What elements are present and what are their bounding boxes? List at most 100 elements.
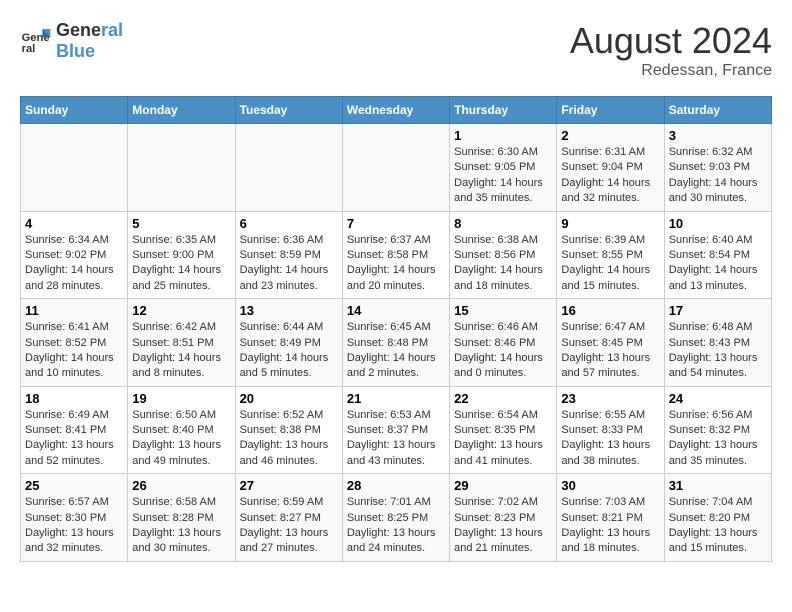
day-info: Sunrise: 7:02 AM Sunset: 8:23 PM Dayligh… (454, 495, 552, 557)
calendar-cell: 24Sunrise: 6:56 AM Sunset: 8:32 PM Dayli… (664, 386, 771, 474)
day-info: Sunrise: 6:50 AM Sunset: 8:40 PM Dayligh… (132, 408, 230, 470)
calendar-cell: 28 Sunrise: 7:01 AM Sunset: 8:25 PM Dayli… (342, 474, 449, 562)
day-number: 28 (347, 478, 445, 493)
calendar-cell: 21 Sunrise: 6:53 AM Sunset: 8:37 PM Dayli… (342, 386, 449, 474)
calendar-cell: 15Sunrise: 6:46 AM Sunset: 8:46 PM Dayli… (450, 299, 557, 387)
calendar-cell: 1Sunrise: 6:30 AM Sunset: 9:05 PM Daylig… (450, 124, 557, 212)
calendar-body: 1Sunrise: 6:30 AM Sunset: 9:05 PM Daylig… (21, 124, 772, 562)
calendar-cell: 6 Sunrise: 6:36 AM Sunset: 8:59 PM Daylig… (235, 211, 342, 299)
day-number: 2 (561, 128, 659, 143)
svg-text:ral: ral (22, 43, 36, 55)
logo: Gene ral General Blue (20, 20, 123, 62)
weekday-header: Saturday (664, 97, 771, 124)
day-info: Sunrise: 6:41 AM Sunset: 8:52 PM Dayligh… (25, 320, 123, 382)
calendar-week-row: 18 Sunrise: 6:49 AM Sunset: 8:41 PM Dayli… (21, 386, 772, 474)
calendar-week-row: 4 Sunrise: 6:34 AM Sunset: 9:02 PM Daylig… (21, 211, 772, 299)
calendar-cell: 31 Sunrise: 7:04 AM Sunset: 8:20 PM Dayli… (664, 474, 771, 562)
day-number: 3 (669, 128, 767, 143)
weekday-header: Sunday (21, 97, 128, 124)
day-number: 12 (132, 303, 230, 318)
day-info: Sunrise: 6:49 AM Sunset: 8:41 PM Dayligh… (25, 408, 123, 470)
calendar-cell: 2 Sunrise: 6:31 AM Sunset: 9:04 PM Daylig… (557, 124, 664, 212)
day-number: 13 (240, 303, 338, 318)
calendar-cell: 11 Sunrise: 6:41 AM Sunset: 8:52 PM Dayli… (21, 299, 128, 387)
day-number: 10 (669, 216, 767, 231)
calendar-cell (342, 124, 449, 212)
day-info: Sunrise: 6:37 AM Sunset: 8:58 PM Dayligh… (347, 233, 445, 295)
day-info: Sunrise: 6:44 AM Sunset: 8:49 PM Dayligh… (240, 320, 338, 382)
day-number: 4 (25, 216, 123, 231)
day-info: Sunrise: 6:48 AM Sunset: 8:43 PM Dayligh… (669, 320, 767, 382)
day-number: 27 (240, 478, 338, 493)
month-year-title: August 2024 (570, 20, 772, 62)
day-number: 19 (132, 391, 230, 406)
weekday-header: Wednesday (342, 97, 449, 124)
day-info: Sunrise: 6:34 AM Sunset: 9:02 PM Dayligh… (25, 233, 123, 295)
weekday-header: Friday (557, 97, 664, 124)
day-number: 16 (561, 303, 659, 318)
weekday-header: Thursday (450, 97, 557, 124)
day-info: Sunrise: 6:47 AM Sunset: 8:45 PM Dayligh… (561, 320, 659, 382)
day-info: Sunrise: 6:54 AM Sunset: 8:35 PM Dayligh… (454, 408, 552, 470)
calendar-cell: 5 Sunrise: 6:35 AM Sunset: 9:00 PM Daylig… (128, 211, 235, 299)
day-number: 21 (347, 391, 445, 406)
day-info: Sunrise: 6:35 AM Sunset: 9:00 PM Dayligh… (132, 233, 230, 295)
weekday-header: Tuesday (235, 97, 342, 124)
day-info: Sunrise: 7:03 AM Sunset: 8:21 PM Dayligh… (561, 495, 659, 557)
logo-icon: Gene ral (20, 25, 52, 57)
day-number: 25 (25, 478, 123, 493)
day-info: Sunrise: 6:45 AM Sunset: 8:48 PM Dayligh… (347, 320, 445, 382)
day-info: Sunrise: 7:04 AM Sunset: 8:20 PM Dayligh… (669, 495, 767, 557)
calendar-cell (21, 124, 128, 212)
day-info: Sunrise: 6:53 AM Sunset: 8:37 PM Dayligh… (347, 408, 445, 470)
day-number: 11 (25, 303, 123, 318)
calendar-cell: 29 Sunrise: 7:02 AM Sunset: 8:23 PM Dayli… (450, 474, 557, 562)
calendar-cell: 12Sunrise: 6:42 AM Sunset: 8:51 PM Dayli… (128, 299, 235, 387)
calendar-cell: 7 Sunrise: 6:37 AM Sunset: 8:58 PM Daylig… (342, 211, 449, 299)
logo-text: General Blue (56, 20, 123, 62)
day-info: Sunrise: 6:31 AM Sunset: 9:04 PM Dayligh… (561, 145, 659, 207)
page-header: Gene ral General Blue August 2024 Redess… (20, 20, 772, 80)
day-info: Sunrise: 6:59 AM Sunset: 8:27 PM Dayligh… (240, 495, 338, 557)
day-number: 30 (561, 478, 659, 493)
day-number: 5 (132, 216, 230, 231)
calendar-week-row: 11 Sunrise: 6:41 AM Sunset: 8:52 PM Dayli… (21, 299, 772, 387)
day-number: 14 (347, 303, 445, 318)
day-number: 20 (240, 391, 338, 406)
calendar-cell: 30 Sunrise: 7:03 AM Sunset: 8:21 PM Dayli… (557, 474, 664, 562)
calendar-week-row: 25 Sunrise: 6:57 AM Sunset: 8:30 PM Dayli… (21, 474, 772, 562)
calendar-cell (128, 124, 235, 212)
calendar-cell: 19 Sunrise: 6:50 AM Sunset: 8:40 PM Dayli… (128, 386, 235, 474)
calendar-cell (235, 124, 342, 212)
day-info: Sunrise: 6:40 AM Sunset: 8:54 PM Dayligh… (669, 233, 767, 295)
day-number: 18 (25, 391, 123, 406)
calendar-cell: 23Sunrise: 6:55 AM Sunset: 8:33 PM Dayli… (557, 386, 664, 474)
day-info: Sunrise: 6:38 AM Sunset: 8:56 PM Dayligh… (454, 233, 552, 295)
day-number: 9 (561, 216, 659, 231)
day-info: Sunrise: 6:32 AM Sunset: 9:03 PM Dayligh… (669, 145, 767, 207)
day-info: Sunrise: 6:39 AM Sunset: 8:55 PM Dayligh… (561, 233, 659, 295)
day-number: 29 (454, 478, 552, 493)
day-info: Sunrise: 6:58 AM Sunset: 8:28 PM Dayligh… (132, 495, 230, 557)
day-info: Sunrise: 6:56 AM Sunset: 8:32 PM Dayligh… (669, 408, 767, 470)
day-info: Sunrise: 6:36 AM Sunset: 8:59 PM Dayligh… (240, 233, 338, 295)
day-info: Sunrise: 6:52 AM Sunset: 8:38 PM Dayligh… (240, 408, 338, 470)
day-number: 8 (454, 216, 552, 231)
day-number: 23 (561, 391, 659, 406)
calendar-cell: 9 Sunrise: 6:39 AM Sunset: 8:55 PM Daylig… (557, 211, 664, 299)
day-number: 6 (240, 216, 338, 231)
calendar-cell: 26 Sunrise: 6:58 AM Sunset: 8:28 PM Dayli… (128, 474, 235, 562)
calendar-cell: 8 Sunrise: 6:38 AM Sunset: 8:56 PM Daylig… (450, 211, 557, 299)
day-info: Sunrise: 7:01 AM Sunset: 8:25 PM Dayligh… (347, 495, 445, 557)
day-info: Sunrise: 6:57 AM Sunset: 8:30 PM Dayligh… (25, 495, 123, 557)
calendar-cell: 18 Sunrise: 6:49 AM Sunset: 8:41 PM Dayli… (21, 386, 128, 474)
calendar-week-row: 1Sunrise: 6:30 AM Sunset: 9:05 PM Daylig… (21, 124, 772, 212)
day-info: Sunrise: 6:46 AM Sunset: 8:46 PM Dayligh… (454, 320, 552, 382)
calendar-table: SundayMondayTuesdayWednesdayThursdayFrid… (20, 96, 772, 562)
day-number: 7 (347, 216, 445, 231)
day-number: 31 (669, 478, 767, 493)
location-subtitle: Redessan, France (570, 62, 772, 80)
calendar-cell: 17Sunrise: 6:48 AM Sunset: 8:43 PM Dayli… (664, 299, 771, 387)
day-number: 26 (132, 478, 230, 493)
weekday-header: Monday (128, 97, 235, 124)
